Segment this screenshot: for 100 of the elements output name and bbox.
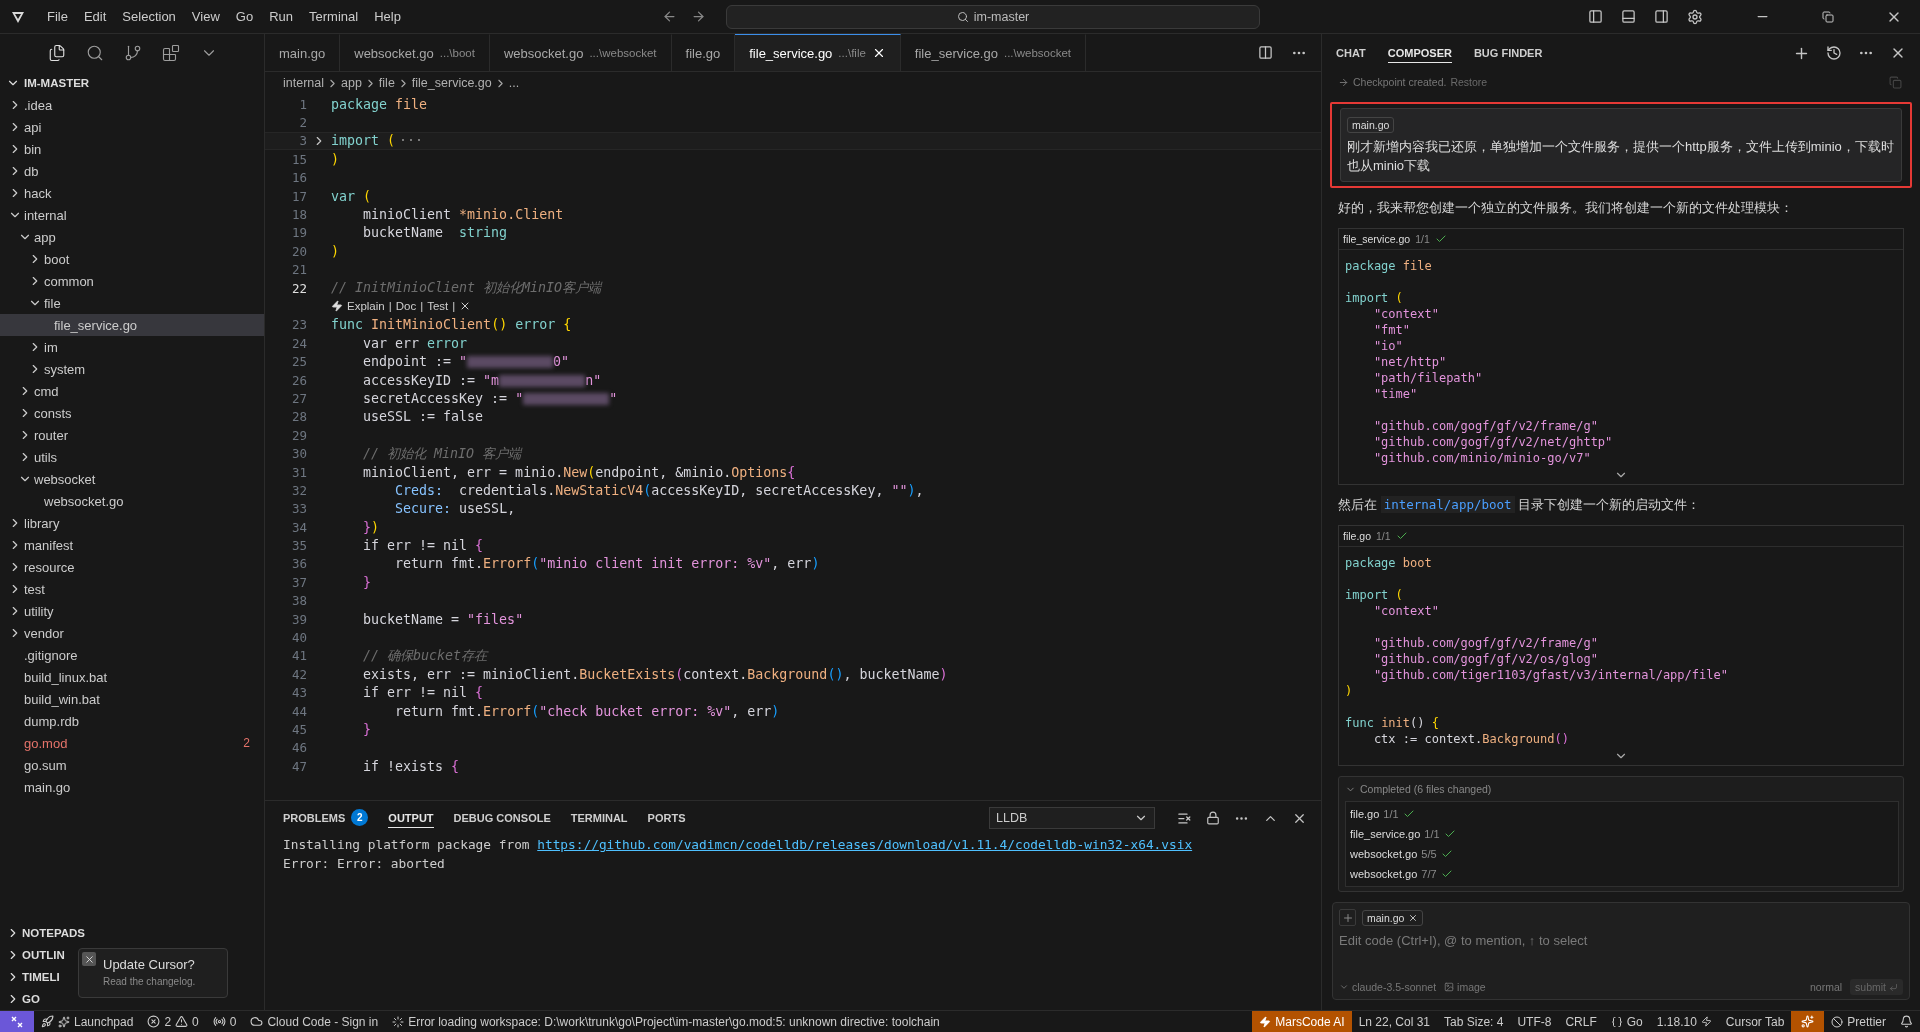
separator-text: | [452, 300, 456, 313]
problem-count: 2 [351, 809, 369, 826]
notification-title: Update Cursor? [103, 957, 196, 972]
code-line: } [362, 574, 373, 590]
code-line: if err != nil { [362, 538, 485, 554]
line-number: 38 [290, 593, 307, 609]
code-line: // 初始化 MinIO 客户端 [362, 444, 524, 463]
separator-text: | [420, 300, 424, 313]
line-number: 1 [298, 96, 307, 112]
change-count: 7/7 [1421, 868, 1437, 880]
code-line: minioClient, err = minio.New(endpoint, &minio.Options{ [362, 464, 797, 480]
separator-text: | [388, 300, 392, 313]
change-count: 1/1 [1424, 828, 1440, 840]
line-number: 43 [290, 685, 307, 701]
line-number: 15 [290, 151, 307, 167]
code-line: Creds: credentials.NewStaticV4(accessKeyID, secretAccessKey, ""), [394, 482, 925, 498]
code-line: ctx := context.Background() [1372, 731, 1570, 747]
change-count: 5/5 [1421, 848, 1437, 860]
code-line: import ( [1345, 587, 1404, 603]
code-line: useSSL := false [362, 409, 485, 425]
line-number: 26 [290, 372, 307, 388]
code-line: Secure: useSSL, [394, 501, 517, 517]
problem-count: 2 [243, 736, 250, 750]
code-line: bucketName = "files" [362, 611, 525, 627]
line-number: 24 [290, 335, 307, 351]
code-line: // 确保bucket存在 [362, 646, 490, 665]
code-line: "net/http" [1372, 354, 1448, 370]
line-number: 2 [298, 115, 307, 131]
code-line: "github.com/gogf/gf/v2/net/ghttp" [1372, 434, 1614, 450]
code-line: package file [1345, 258, 1433, 274]
code-line: "path/filepath" [1372, 370, 1484, 386]
line-number: 35 [290, 538, 307, 554]
line-number: 3 [298, 133, 307, 149]
line-number: 46 [290, 740, 307, 756]
code-line: return fmt.Errorf("minio client init error: %v", err) [394, 556, 821, 572]
line-number: 36 [290, 556, 307, 572]
code-line: bucketName string [362, 225, 509, 241]
output-line: Installing platform package from https://github.com/vadimcn/codelldb/releases/download/v1.11.4/codelldb-win32-x64.vsix [283, 836, 1194, 854]
line-number: 45 [290, 721, 307, 737]
line-number: 21 [290, 262, 307, 278]
line-number: 44 [290, 703, 307, 719]
assistant-text: 然后在 internal/app/boot 目录下创建一个新的启动文件： [1338, 495, 1702, 515]
change-count: 1/1 [1415, 233, 1430, 245]
code-line: "fmt" [1372, 322, 1412, 338]
code-line: if !exists { [362, 758, 461, 774]
line-number: 37 [290, 574, 307, 590]
line-number: 19 [290, 225, 307, 241]
line-number: 22 [290, 280, 307, 296]
code-line: }) [362, 519, 381, 535]
code-line: func init() { [1345, 715, 1440, 731]
code-line: endpoint := " 0" [362, 354, 571, 370]
line-number: 33 [290, 501, 307, 517]
code-line: func InitMinioClient() error { [331, 317, 573, 333]
code-line: if err != nil { [362, 685, 485, 701]
change-count: 1/1 [1383, 808, 1399, 820]
line-number: 42 [290, 666, 307, 682]
code-line: "github.com/tiger1103/gfast/v3/internal/app/file" [1372, 667, 1729, 683]
code-line: package file [331, 96, 429, 112]
line-number: 17 [290, 188, 307, 204]
code-line: secretAccessKey := " " [362, 390, 619, 406]
code-line: "context" [1372, 306, 1440, 322]
line-number: 28 [290, 409, 307, 425]
code-line: minioClient *minio.Client [362, 207, 565, 223]
line-number: 47 [290, 758, 307, 774]
message-text: 刚才新增内容我已还原，单独增加一个文件服务，提供一个http服务，文件上传到minio，下载时也从minio下载 [1347, 138, 1895, 175]
line-number: 41 [290, 648, 307, 664]
line-number: 30 [290, 446, 307, 462]
code-line: ) [331, 243, 340, 259]
line-number: 16 [290, 170, 307, 186]
line-number: 25 [290, 354, 307, 370]
code-line: "time" [1372, 386, 1419, 402]
line-number: 29 [290, 427, 307, 443]
code-line: "github.com/minio/minio-go/v7" [1372, 450, 1592, 466]
assistant-text: 好的，我来帮您创建一个独立的文件服务。我们将创建一个新的文件处理模块： [1338, 199, 1794, 217]
line-number: 27 [290, 390, 307, 406]
code-line: return fmt.Errorf("check bucket error: %v", err) [394, 703, 781, 719]
line-number: 32 [290, 482, 307, 498]
code-line: // InitMinioClient 初始化MinIO客户端 [331, 279, 604, 298]
code-line: "github.com/gogf/gf/v2/frame/g" [1372, 635, 1599, 651]
code-line: exists, err := minioClient.BucketExists(context.Background(), bucketName) [362, 666, 949, 682]
checkpoint-text: Checkpoint created. [1353, 76, 1447, 88]
code-line: accessKeyID := "m n" [362, 372, 603, 388]
code-line: var err error [362, 335, 469, 351]
code-line: } [362, 721, 373, 737]
line-number: 39 [290, 611, 307, 627]
code-line: ) [331, 151, 340, 167]
output-line: Error: Error: aborted [283, 855, 446, 873]
code-line: "io" [1372, 338, 1404, 354]
code-line: package boot [1345, 555, 1433, 571]
change-count: 1/1 [1376, 530, 1391, 542]
code-line: var ( [331, 188, 373, 204]
line-number: 23 [290, 317, 307, 333]
code-line: ) [1345, 683, 1354, 699]
line-number: 34 [290, 519, 307, 535]
code-line: "github.com/gogf/gf/v2/os/glog" [1372, 651, 1599, 667]
line-number: 18 [290, 207, 307, 223]
line-number: 20 [290, 243, 307, 259]
code-line: "github.com/gogf/gf/v2/frame/g" [1372, 418, 1599, 434]
code-line: import ( [1345, 290, 1404, 306]
line-number: 40 [290, 630, 307, 645]
